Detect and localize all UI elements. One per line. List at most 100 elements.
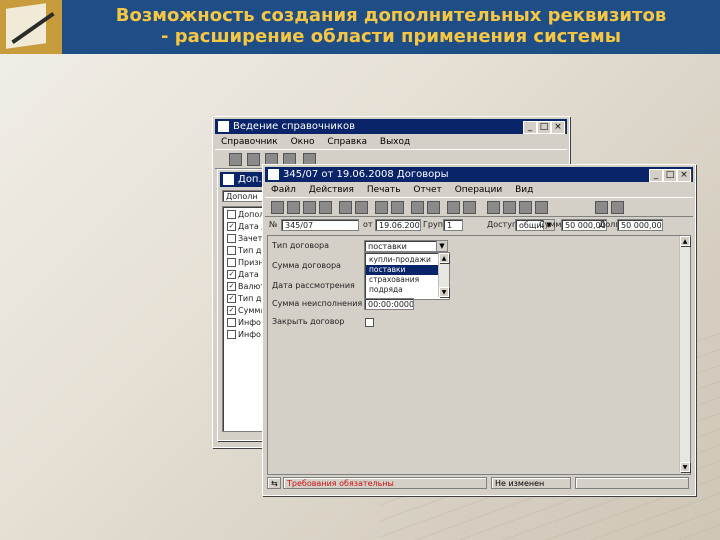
save-icon[interactable] bbox=[339, 201, 352, 214]
dropdown-scrollbar[interactable]: ▲ ▼ bbox=[438, 253, 449, 297]
attach-icon[interactable] bbox=[447, 201, 460, 214]
sort-icon[interactable] bbox=[391, 201, 404, 214]
checkbox-checked-icon[interactable]: ✓ bbox=[227, 306, 236, 315]
next-record-icon[interactable] bbox=[519, 201, 532, 214]
first-record-icon[interactable] bbox=[487, 201, 500, 214]
settings-icon[interactable] bbox=[463, 201, 476, 214]
close-button[interactable]: × bbox=[677, 169, 691, 182]
checkbox-icon[interactable] bbox=[227, 234, 236, 243]
contract-menubar: Файл Действия Печать Отчет Операции Вид bbox=[265, 183, 693, 197]
tree-item[interactable]: Инфо bbox=[227, 317, 261, 329]
dropdown-option[interactable]: подряда bbox=[366, 285, 441, 295]
refresh-icon[interactable] bbox=[427, 201, 440, 214]
contract-type-label: Тип договора bbox=[272, 241, 329, 250]
find-icon[interactable] bbox=[411, 201, 424, 214]
maximize-button[interactable]: □ bbox=[537, 121, 551, 134]
tree-item[interactable]: ✓ Сумма bbox=[227, 305, 265, 317]
dropdown-option[interactable]: страхования bbox=[366, 275, 441, 285]
minimize-button[interactable]: _ bbox=[523, 121, 537, 134]
info-icon bbox=[227, 330, 236, 339]
menu-file[interactable]: Файл bbox=[271, 185, 296, 195]
info-icon bbox=[227, 318, 236, 327]
close-button[interactable]: × bbox=[551, 121, 565, 134]
checkbox-icon[interactable] bbox=[227, 258, 236, 267]
status-message: Требования обязательны bbox=[283, 477, 487, 489]
menu-view[interactable]: Вид bbox=[515, 185, 533, 195]
chevron-down-icon[interactable]: ▼ bbox=[436, 241, 447, 251]
exit-icon[interactable] bbox=[611, 201, 624, 214]
dropdown-option-selected[interactable]: поставки bbox=[366, 265, 441, 275]
prev-record-icon[interactable] bbox=[503, 201, 516, 214]
maximize-button[interactable]: □ bbox=[663, 169, 677, 182]
save-icon[interactable] bbox=[229, 153, 242, 166]
scroll-up-icon[interactable]: ▲ bbox=[680, 236, 690, 246]
scroll-down-icon[interactable]: ▼ bbox=[439, 287, 449, 297]
close-contract-checkbox[interactable] bbox=[365, 318, 374, 327]
tree-item[interactable]: ✓ Дата з bbox=[227, 269, 266, 281]
menu-help[interactable]: Справка bbox=[327, 137, 367, 147]
contract-toolbar bbox=[265, 197, 693, 217]
menu-reference[interactable]: Справочник bbox=[221, 137, 278, 147]
window-title: Ведение справочников bbox=[233, 121, 355, 132]
delete-icon[interactable] bbox=[319, 201, 332, 214]
tree-item[interactable]: Инфо bbox=[227, 329, 261, 341]
menu-actions[interactable]: Действия bbox=[309, 185, 354, 195]
contract-titlebar: 345/07 от 19.06.2008 Договоры _ □ × bbox=[265, 167, 693, 182]
checkbox-checked-icon[interactable]: ✓ bbox=[227, 282, 236, 291]
scroll-down-icon[interactable]: ▼ bbox=[680, 462, 690, 472]
nonperformance-sum-field[interactable]: 00:00:0000 bbox=[364, 298, 414, 310]
checkbox-checked-icon[interactable]: ✓ bbox=[227, 270, 236, 279]
window-app-icon bbox=[268, 169, 279, 180]
panel-scrollbar[interactable]: ▲ ▼ bbox=[679, 236, 690, 472]
status-icon: ⇆ bbox=[267, 477, 281, 489]
filter-icon[interactable] bbox=[375, 201, 388, 214]
menu-exit[interactable]: Выход bbox=[380, 137, 410, 147]
folder-icon bbox=[227, 210, 236, 219]
new-document-icon[interactable] bbox=[271, 201, 284, 214]
child-window-icon bbox=[223, 174, 234, 185]
print-icon[interactable] bbox=[355, 201, 368, 214]
checkbox-icon[interactable] bbox=[227, 246, 236, 255]
minimize-button[interactable]: _ bbox=[649, 169, 663, 182]
number-field[interactable]: 345/07 bbox=[281, 219, 359, 231]
debt-field[interactable]: 50 000,00 bbox=[617, 219, 663, 231]
checkbox-checked-icon[interactable]: ✓ bbox=[227, 222, 236, 231]
number-label: № bbox=[269, 220, 278, 229]
menu-operations[interactable]: Операции bbox=[455, 185, 503, 195]
contract-sum-label: Сумма договора bbox=[272, 261, 341, 270]
open-icon[interactable] bbox=[247, 153, 260, 166]
tree-item[interactable]: Зачет bbox=[227, 233, 262, 245]
contract-type-dropdown: купли-продажи поставки страхования подря… bbox=[364, 252, 450, 300]
slide-title-line-2: - расширение области применения системы bbox=[161, 26, 621, 47]
contract-type-select[interactable]: поставки ▼ bbox=[364, 240, 448, 252]
status-extra bbox=[575, 477, 689, 489]
attributes-panel: Тип договора поставки ▼ купли-продажи по… bbox=[267, 235, 691, 475]
slide-title-line-1: Возможность создания дополнительных рекв… bbox=[115, 5, 667, 26]
edit-icon[interactable] bbox=[303, 201, 316, 214]
status-state: Не изменен bbox=[491, 477, 571, 489]
help-icon[interactable] bbox=[595, 201, 608, 214]
close-contract-label: Закрыть договор bbox=[272, 317, 345, 326]
access-label: Доступ bbox=[487, 220, 518, 229]
menu-report[interactable]: Отчет bbox=[413, 185, 441, 195]
reference-books-titlebar: Ведение справочников _ □ × bbox=[215, 119, 567, 134]
copy-icon[interactable] bbox=[287, 201, 300, 214]
checkbox-checked-icon[interactable]: ✓ bbox=[227, 294, 236, 303]
contract-window-title: 345/07 от 19.06.2008 Договоры bbox=[283, 169, 449, 180]
contract-window: 345/07 от 19.06.2008 Договоры _ □ × Файл… bbox=[262, 164, 696, 496]
review-date-label: Дата рассмотрения bbox=[272, 281, 355, 290]
back-menubar: Справочник Окно Справка Выход bbox=[215, 135, 567, 149]
menu-window[interactable]: Окно bbox=[291, 137, 315, 147]
menu-print[interactable]: Печать bbox=[367, 185, 401, 195]
pen-document-logo-icon bbox=[0, 0, 62, 54]
nonperformance-sum-label: Сумма неисполнения bbox=[272, 299, 363, 308]
date-field[interactable]: 19.06.2008 bbox=[375, 219, 421, 231]
scroll-up-icon[interactable]: ▲ bbox=[439, 253, 449, 263]
date-label: от bbox=[363, 220, 373, 229]
dropdown-option[interactable]: купли-продажи bbox=[366, 255, 441, 265]
group-field[interactable]: 1 bbox=[443, 219, 463, 231]
last-record-icon[interactable] bbox=[535, 201, 548, 214]
slide-header: Возможность создания дополнительных рекв… bbox=[0, 0, 720, 54]
tree-item[interactable]: ✓ Дата д bbox=[227, 221, 267, 233]
window-app-icon bbox=[218, 121, 229, 132]
